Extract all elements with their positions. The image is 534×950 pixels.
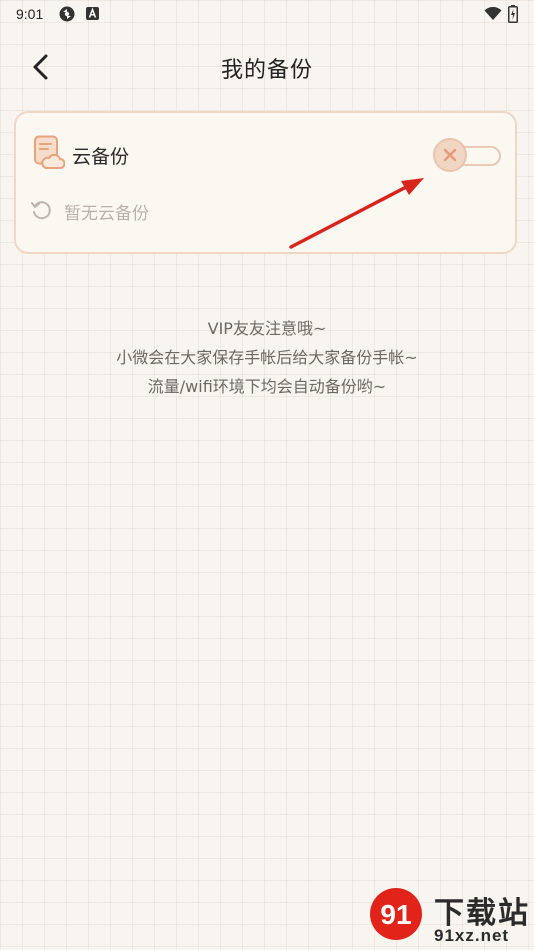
sync-icon: [59, 6, 75, 22]
svg-text:91: 91: [380, 899, 411, 930]
no-backup-status: 暂无云备份: [64, 204, 149, 224]
status-time: 9:01: [16, 6, 44, 22]
notice-line: 流量/wifi环境下均会自动备份哟~: [147, 377, 387, 396]
watermark: 91 下载站 91xz.net: [366, 886, 534, 950]
close-icon: [443, 148, 457, 162]
cloud-backup-toggle[interactable]: [433, 138, 501, 172]
notice-line: VIP友友注意哦~: [207, 319, 327, 338]
cloud-backup-card: 云备份 暂无云备份: [14, 111, 517, 254]
cloud-document-icon: [34, 135, 65, 169]
status-bar: 9:01: [0, 0, 534, 30]
toggle-knob: [433, 138, 467, 172]
battery-icon: [508, 5, 518, 23]
wifi-icon: [484, 7, 502, 20]
a-badge-icon: [86, 7, 99, 20]
notice-line: 小微会在大家保存手帐后给大家备份手帐~: [116, 348, 418, 367]
header: 我的备份: [0, 40, 534, 92]
watermark-url: 91xz.net: [434, 926, 510, 945]
vip-notice: VIP友友注意哦~ 小微会在大家保存手帐后给大家备份手帐~ 流量/wifi环境下…: [0, 314, 534, 401]
watermark-logo-icon: 91: [370, 888, 422, 940]
cloud-backup-label: 云备份: [72, 146, 130, 168]
refresh-icon: [31, 201, 51, 220]
page-title: 我的备份: [220, 58, 313, 83]
